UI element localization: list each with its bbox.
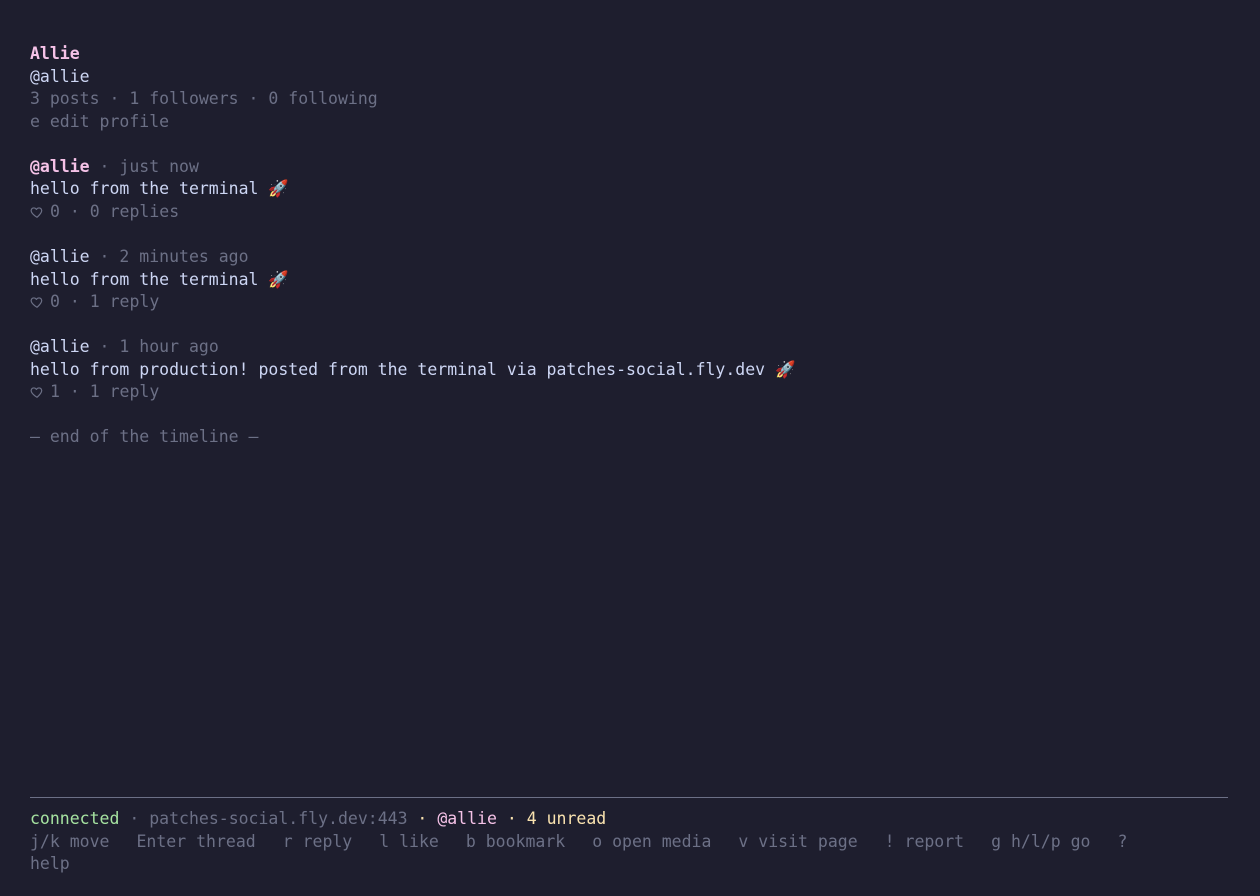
heart-outline-icon[interactable]: [30, 385, 44, 399]
status-footer: connected · patches-social.fly.dev:443 ·…: [30, 797, 1228, 876]
edit-profile-hint[interactable]: e edit profile: [30, 111, 1228, 134]
profile-header: Allie @allie 3 posts · 1 followers · 0 f…: [30, 43, 1228, 133]
timeline-end-marker: — end of the timeline —: [30, 427, 259, 447]
post-body: hello from production! posted from the t…: [30, 359, 796, 379]
server-address: patches-social.fly.dev:443: [149, 809, 408, 828]
status-bar: connected · patches-social.fly.dev:443 ·…: [30, 808, 1228, 831]
profile-handle: @allie: [30, 66, 90, 86]
post-reply-count: · 1 reply: [59, 382, 160, 402]
post-author[interactable]: @allie: [30, 247, 90, 266]
profile-stats: 3 posts · 1 followers · 0 following: [30, 89, 378, 109]
status-separator: ·: [119, 809, 150, 828]
post-body: hello from the terminal 🚀: [30, 269, 289, 289]
key-hint-go: g h/l/p go: [991, 831, 1091, 851]
status-separator: ·: [496, 809, 527, 828]
key-hint-move: j/k move: [30, 831, 110, 851]
key-hint-help-label: help: [30, 854, 70, 874]
post-reply-count: · 1 reply: [59, 292, 160, 312]
post-time: · 2 minutes ago: [89, 246, 249, 266]
key-hint-help-key: ?: [1117, 831, 1128, 851]
heart-outline-icon[interactable]: [30, 295, 44, 309]
unread-count[interactable]: 4 unread: [527, 809, 606, 828]
post-author[interactable]: @allie: [30, 337, 90, 356]
key-hint-thread: Enter thread: [136, 831, 256, 851]
post-time: · just now: [89, 156, 199, 176]
timeline-screen: Allie @allie 3 posts · 1 followers · 0 f…: [30, 43, 1228, 449]
key-hint-bookmark: b bookmark: [465, 831, 566, 851]
key-hint-visit-page: v visit page: [738, 831, 858, 851]
post-item[interactable]: @allie · 1 hour ago hello from productio…: [30, 336, 1228, 404]
post-item[interactable]: @allie · 2 minutes ago hello from the te…: [30, 246, 1228, 314]
post-item[interactable]: @allie · just now hello from the termina…: [30, 156, 1228, 224]
status-separator: ·: [407, 809, 438, 828]
keybinding-help: j/k move Enter thread r reply l like b bookm…: [30, 831, 1228, 876]
post-like-count: 0: [50, 201, 60, 221]
key-hint-report: ! report: [884, 831, 965, 851]
post-reply-count: · 0 replies: [59, 201, 180, 221]
post-like-count: 0: [50, 292, 60, 312]
post-time: · 1 hour ago: [89, 337, 219, 357]
current-user: @allie: [437, 809, 497, 828]
key-hint-reply: r reply: [282, 831, 353, 851]
connection-status: connected: [30, 809, 120, 828]
profile-display-name: Allie: [30, 44, 80, 63]
post-like-count: 1: [50, 382, 60, 402]
post-author[interactable]: @allie: [30, 157, 90, 176]
key-hint-open-media: o open media: [592, 831, 712, 851]
post-body: hello from the terminal 🚀: [30, 179, 289, 199]
key-hint-like: l like: [379, 831, 439, 851]
heart-outline-icon[interactable]: [30, 205, 44, 219]
